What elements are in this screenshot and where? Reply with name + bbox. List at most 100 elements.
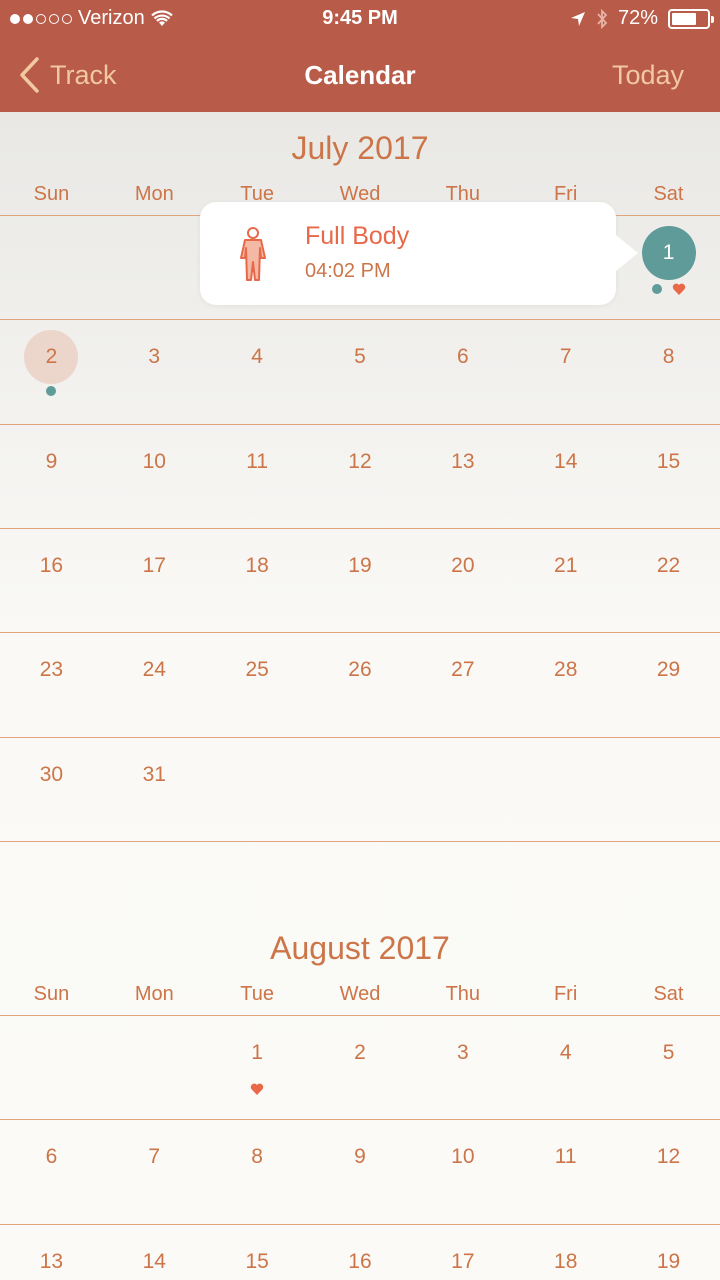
day-cell[interactable]: 8	[206, 1120, 309, 1224]
day-cell[interactable]: 13	[0, 1225, 103, 1280]
day-cell[interactable]: 5	[309, 320, 412, 424]
day-number: 1	[251, 1041, 263, 1064]
day-number: 22	[656, 553, 681, 577]
day-cell[interactable]: 6	[0, 1120, 103, 1224]
day-cell[interactable]: 14	[514, 425, 617, 529]
today-button[interactable]: Today	[612, 38, 684, 112]
day-markers	[617, 282, 720, 296]
day-number: 4	[251, 345, 263, 369]
day-cell[interactable]: 9	[0, 425, 103, 529]
day-cell[interactable]: 10	[103, 425, 206, 529]
month-title: July 2017	[291, 130, 429, 166]
day-number: 6	[457, 345, 469, 369]
day-cell[interactable]: 17	[103, 529, 206, 633]
day-cell[interactable]: 13	[411, 425, 514, 529]
day-cell[interactable]: 30	[0, 738, 103, 842]
day-cell[interactable]: 29	[617, 633, 720, 737]
day-cell[interactable]: 3	[411, 1016, 514, 1120]
day-number: 9	[45, 449, 58, 473]
day-cell[interactable]: 4	[514, 1016, 617, 1120]
day-number: 7	[559, 345, 572, 369]
day-number: 7	[148, 1145, 161, 1169]
day-cell[interactable]: 1	[206, 1016, 309, 1120]
calendar-scroll[interactable]: July 2017 Sun Mon Tue Wed Thu Fri Sat 12…	[0, 112, 720, 1280]
status-bar: Verizon 9:45 PM 72%	[0, 0, 720, 38]
day-number: 20	[451, 553, 475, 577]
day-number: 30	[39, 762, 64, 786]
weekday-label: Tue	[240, 983, 274, 1005]
day-cell[interactable]: 28	[514, 633, 617, 737]
day-cell[interactable]: 16	[0, 529, 103, 633]
popover-arrow	[616, 235, 638, 271]
day-cell[interactable]: 18	[206, 529, 309, 633]
workout-popover[interactable]: Full Body 04:02 PM	[200, 202, 638, 305]
day-number: 17	[451, 1249, 475, 1273]
day-number: 11	[554, 1145, 577, 1169]
day-cell[interactable]: 18	[514, 1225, 617, 1280]
day-cell[interactable]: 14	[103, 1225, 206, 1280]
day-cell[interactable]: 5	[617, 1016, 720, 1120]
week-row: 16 17 18 19 20 21 22	[0, 527, 720, 633]
day-cell[interactable]: 17	[411, 1225, 514, 1280]
popover-title: Full Body	[305, 222, 410, 250]
day-cell[interactable]: 11	[514, 1120, 617, 1224]
day-cell[interactable]: 20	[411, 529, 514, 633]
day-cell[interactable]: 21	[514, 529, 617, 633]
day-number: 8	[251, 1145, 263, 1169]
day-cell[interactable]: 7	[514, 320, 617, 424]
weekday-label: Sat	[653, 983, 684, 1005]
day-number: 2	[354, 1041, 366, 1064]
day-cell[interactable]: 15	[206, 1225, 309, 1280]
weekday-header: Sun Mon Tue Wed Thu Fri Sat	[0, 983, 720, 1006]
day-cell[interactable]: 2	[309, 1016, 412, 1120]
weekday-label: Sun	[33, 983, 70, 1005]
weekday-label: Mon	[134, 983, 174, 1005]
day-cell[interactable]: 7	[103, 1120, 206, 1224]
day-cell[interactable]: 8	[617, 320, 720, 424]
day-cell[interactable]: 19	[617, 1225, 720, 1280]
today-day-number: 2	[24, 330, 79, 385]
activity-dot-icon	[46, 386, 57, 397]
day-number: 3	[457, 1041, 469, 1064]
day-cell[interactable]: 4	[206, 320, 309, 424]
popover-time: 04:02 PM	[305, 260, 391, 282]
month-bottom-divider	[0, 840, 720, 842]
day-number: 14	[554, 449, 578, 473]
selected-day-number: 1	[641, 226, 696, 280]
week-row: 13 14 15 16 17 18 19	[0, 1223, 720, 1280]
day-number: 18	[554, 1249, 578, 1273]
weekday-label: Mon	[134, 183, 174, 205]
weekday-label: Thu	[445, 983, 481, 1005]
day-cell[interactable]: 19	[309, 529, 412, 633]
day-cell[interactable]: 31	[103, 738, 206, 842]
day-cell[interactable]: 15	[617, 425, 720, 529]
day-number: 19	[348, 553, 372, 577]
day-cell[interactable]: 16	[309, 1225, 412, 1280]
day-cell[interactable]: 22	[617, 529, 720, 633]
day-number: 17	[142, 553, 166, 577]
weekday-label: Sun	[33, 183, 70, 205]
day-cell[interactable]: 2	[0, 320, 103, 424]
day-cell[interactable]: 23	[0, 633, 103, 737]
day-cell[interactable]: 25	[206, 633, 309, 737]
day-cell[interactable]: 12	[309, 425, 412, 529]
day-number: 31	[142, 762, 166, 786]
day-cell[interactable]: 24	[103, 633, 206, 737]
day-number: 5	[662, 1041, 675, 1064]
day-cell[interactable]: 11	[206, 425, 309, 529]
day-cell[interactable]: 12	[617, 1120, 720, 1224]
day-number: 10	[142, 449, 166, 473]
day-cell[interactable]: 6	[411, 320, 514, 424]
day-number: 9	[354, 1145, 366, 1169]
day-cell[interactable]: 3	[103, 320, 206, 424]
battery-percent: 72%	[617, 7, 658, 29]
day-cell[interactable]: 10	[411, 1120, 514, 1224]
day-cell[interactable]: 27	[411, 633, 514, 737]
day-cell[interactable]: 26	[309, 633, 412, 737]
activity-dot-icon	[651, 284, 662, 294]
battery-icon	[668, 8, 714, 29]
day-number: 28	[554, 658, 578, 682]
day-number: 5	[354, 345, 366, 369]
month-title: August 2017	[270, 930, 450, 966]
day-cell[interactable]: 9	[309, 1120, 412, 1224]
